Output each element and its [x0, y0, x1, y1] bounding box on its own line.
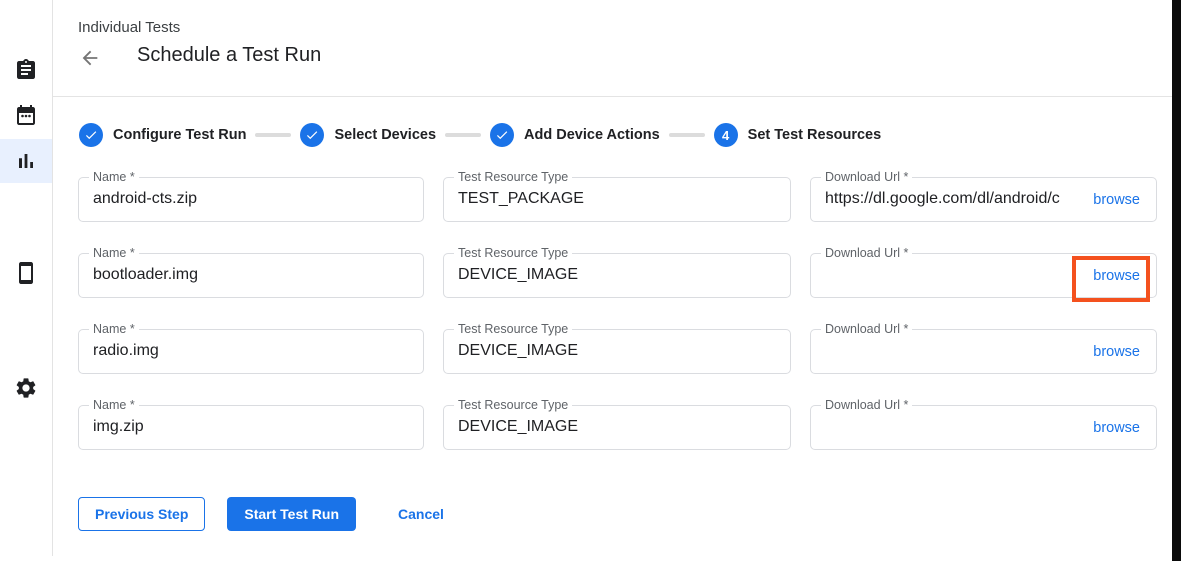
smartphone-icon: [14, 261, 38, 285]
name-input[interactable]: Name *img.zip: [78, 405, 424, 450]
name-input-value: bootloader.img: [79, 254, 423, 296]
browse-button[interactable]: browse: [1089, 342, 1144, 362]
sidebar-item-test-runs[interactable]: [14, 149, 38, 173]
name-input-label: Name *: [89, 247, 139, 260]
resource-type-input[interactable]: Test Resource TypeTEST_PACKAGE: [443, 177, 791, 222]
download-url-input-label: Download Url *: [821, 171, 912, 184]
name-input-value: img.zip: [79, 406, 423, 448]
name-input-label: Name *: [89, 399, 139, 412]
download-url-input[interactable]: Download Url *browse: [810, 405, 1157, 450]
start-test-run-button[interactable]: Start Test Run: [227, 497, 356, 531]
step-complete-circle: [79, 123, 103, 147]
calendar-icon: [14, 103, 38, 127]
arrow-back-icon: [79, 47, 101, 69]
name-input-value: android-cts.zip: [79, 178, 423, 220]
download-url-input-label: Download Url *: [821, 323, 912, 336]
check-icon: [495, 128, 509, 142]
stepper-step-3[interactable]: Add Device Actions: [490, 123, 660, 147]
name-input[interactable]: Name *bootloader.img: [78, 253, 424, 298]
sidebar-item-settings[interactable]: [14, 376, 38, 400]
sidebar: [0, 0, 53, 556]
sidebar-item-tests[interactable]: [14, 58, 38, 82]
gear-icon: [14, 376, 38, 400]
sidebar-item-test-plans[interactable]: [14, 103, 38, 127]
resource-type-input-label: Test Resource Type: [454, 399, 572, 412]
check-icon: [305, 128, 319, 142]
download-url-input-label: Download Url *: [821, 247, 912, 260]
test-station-app: Individual Tests Schedule a Test Run Con…: [0, 0, 1181, 561]
browse-button[interactable]: browse: [1089, 266, 1144, 286]
step-complete-circle: [490, 123, 514, 147]
stepper-step-4[interactable]: 4 Set Test Resources: [714, 123, 882, 147]
stepper-step-label: Set Test Resources: [748, 127, 882, 143]
stepper-connector: [669, 133, 705, 137]
step-complete-circle: [300, 123, 324, 147]
resource-type-input[interactable]: Test Resource TypeDEVICE_IMAGE: [443, 405, 791, 450]
resource-type-input[interactable]: Test Resource TypeDEVICE_IMAGE: [443, 253, 791, 298]
download-url-input[interactable]: Download Url *browse: [810, 329, 1157, 374]
download-url-input[interactable]: Download Url *browse: [810, 253, 1157, 298]
cancel-button[interactable]: Cancel: [394, 497, 448, 531]
resource-type-input-label: Test Resource Type: [454, 323, 572, 336]
assignment-icon: [14, 58, 38, 82]
resource-type-input-value: DEVICE_IMAGE: [444, 330, 790, 372]
step-number: 4: [714, 123, 738, 147]
resource-type-input-value: TEST_PACKAGE: [444, 178, 790, 220]
stepper-step-1[interactable]: Configure Test Run: [79, 123, 246, 147]
stepper-connector: [255, 133, 291, 137]
screen-right-edge: [1172, 0, 1181, 561]
name-input[interactable]: Name *android-cts.zip: [78, 177, 424, 222]
stepper-step-label: Add Device Actions: [524, 127, 660, 143]
browse-button[interactable]: browse: [1089, 190, 1144, 210]
browse-button[interactable]: browse: [1089, 418, 1144, 438]
resource-type-input[interactable]: Test Resource TypeDEVICE_IMAGE: [443, 329, 791, 374]
page-header: Individual Tests Schedule a Test Run: [53, 0, 1172, 97]
name-input-label: Name *: [89, 323, 139, 336]
previous-step-button[interactable]: Previous Step: [78, 497, 205, 531]
stepper-connector: [445, 133, 481, 137]
resource-type-input-value: DEVICE_IMAGE: [444, 254, 790, 296]
resource-type-input-label: Test Resource Type: [454, 171, 572, 184]
resource-type-input-value: DEVICE_IMAGE: [444, 406, 790, 448]
stepper-step-label: Select Devices: [334, 127, 436, 143]
resource-type-input-label: Test Resource Type: [454, 247, 572, 260]
name-input-value: radio.img: [79, 330, 423, 372]
download-url-input[interactable]: Download Url *https://dl.google.com/dl/a…: [810, 177, 1157, 222]
form-actions: Previous Step Start Test Run Cancel: [78, 497, 448, 531]
page-title: Schedule a Test Run: [137, 44, 321, 67]
name-input[interactable]: Name *radio.img: [78, 329, 424, 374]
test-resources-form: Name *android-cts.zipTest Resource TypeT…: [78, 177, 1157, 450]
stepper: Configure Test Run Select Devices Add Devi…: [79, 123, 881, 147]
check-icon: [84, 128, 98, 142]
stepper-step-2[interactable]: Select Devices: [300, 123, 436, 147]
breadcrumb: Individual Tests: [78, 19, 180, 36]
sidebar-item-devices[interactable]: [14, 261, 38, 285]
name-input-label: Name *: [89, 171, 139, 184]
download-url-input-label: Download Url *: [821, 399, 912, 412]
back-button[interactable]: [77, 45, 103, 71]
stepper-step-label: Configure Test Run: [113, 127, 246, 143]
bar-chart-icon: [14, 149, 38, 173]
